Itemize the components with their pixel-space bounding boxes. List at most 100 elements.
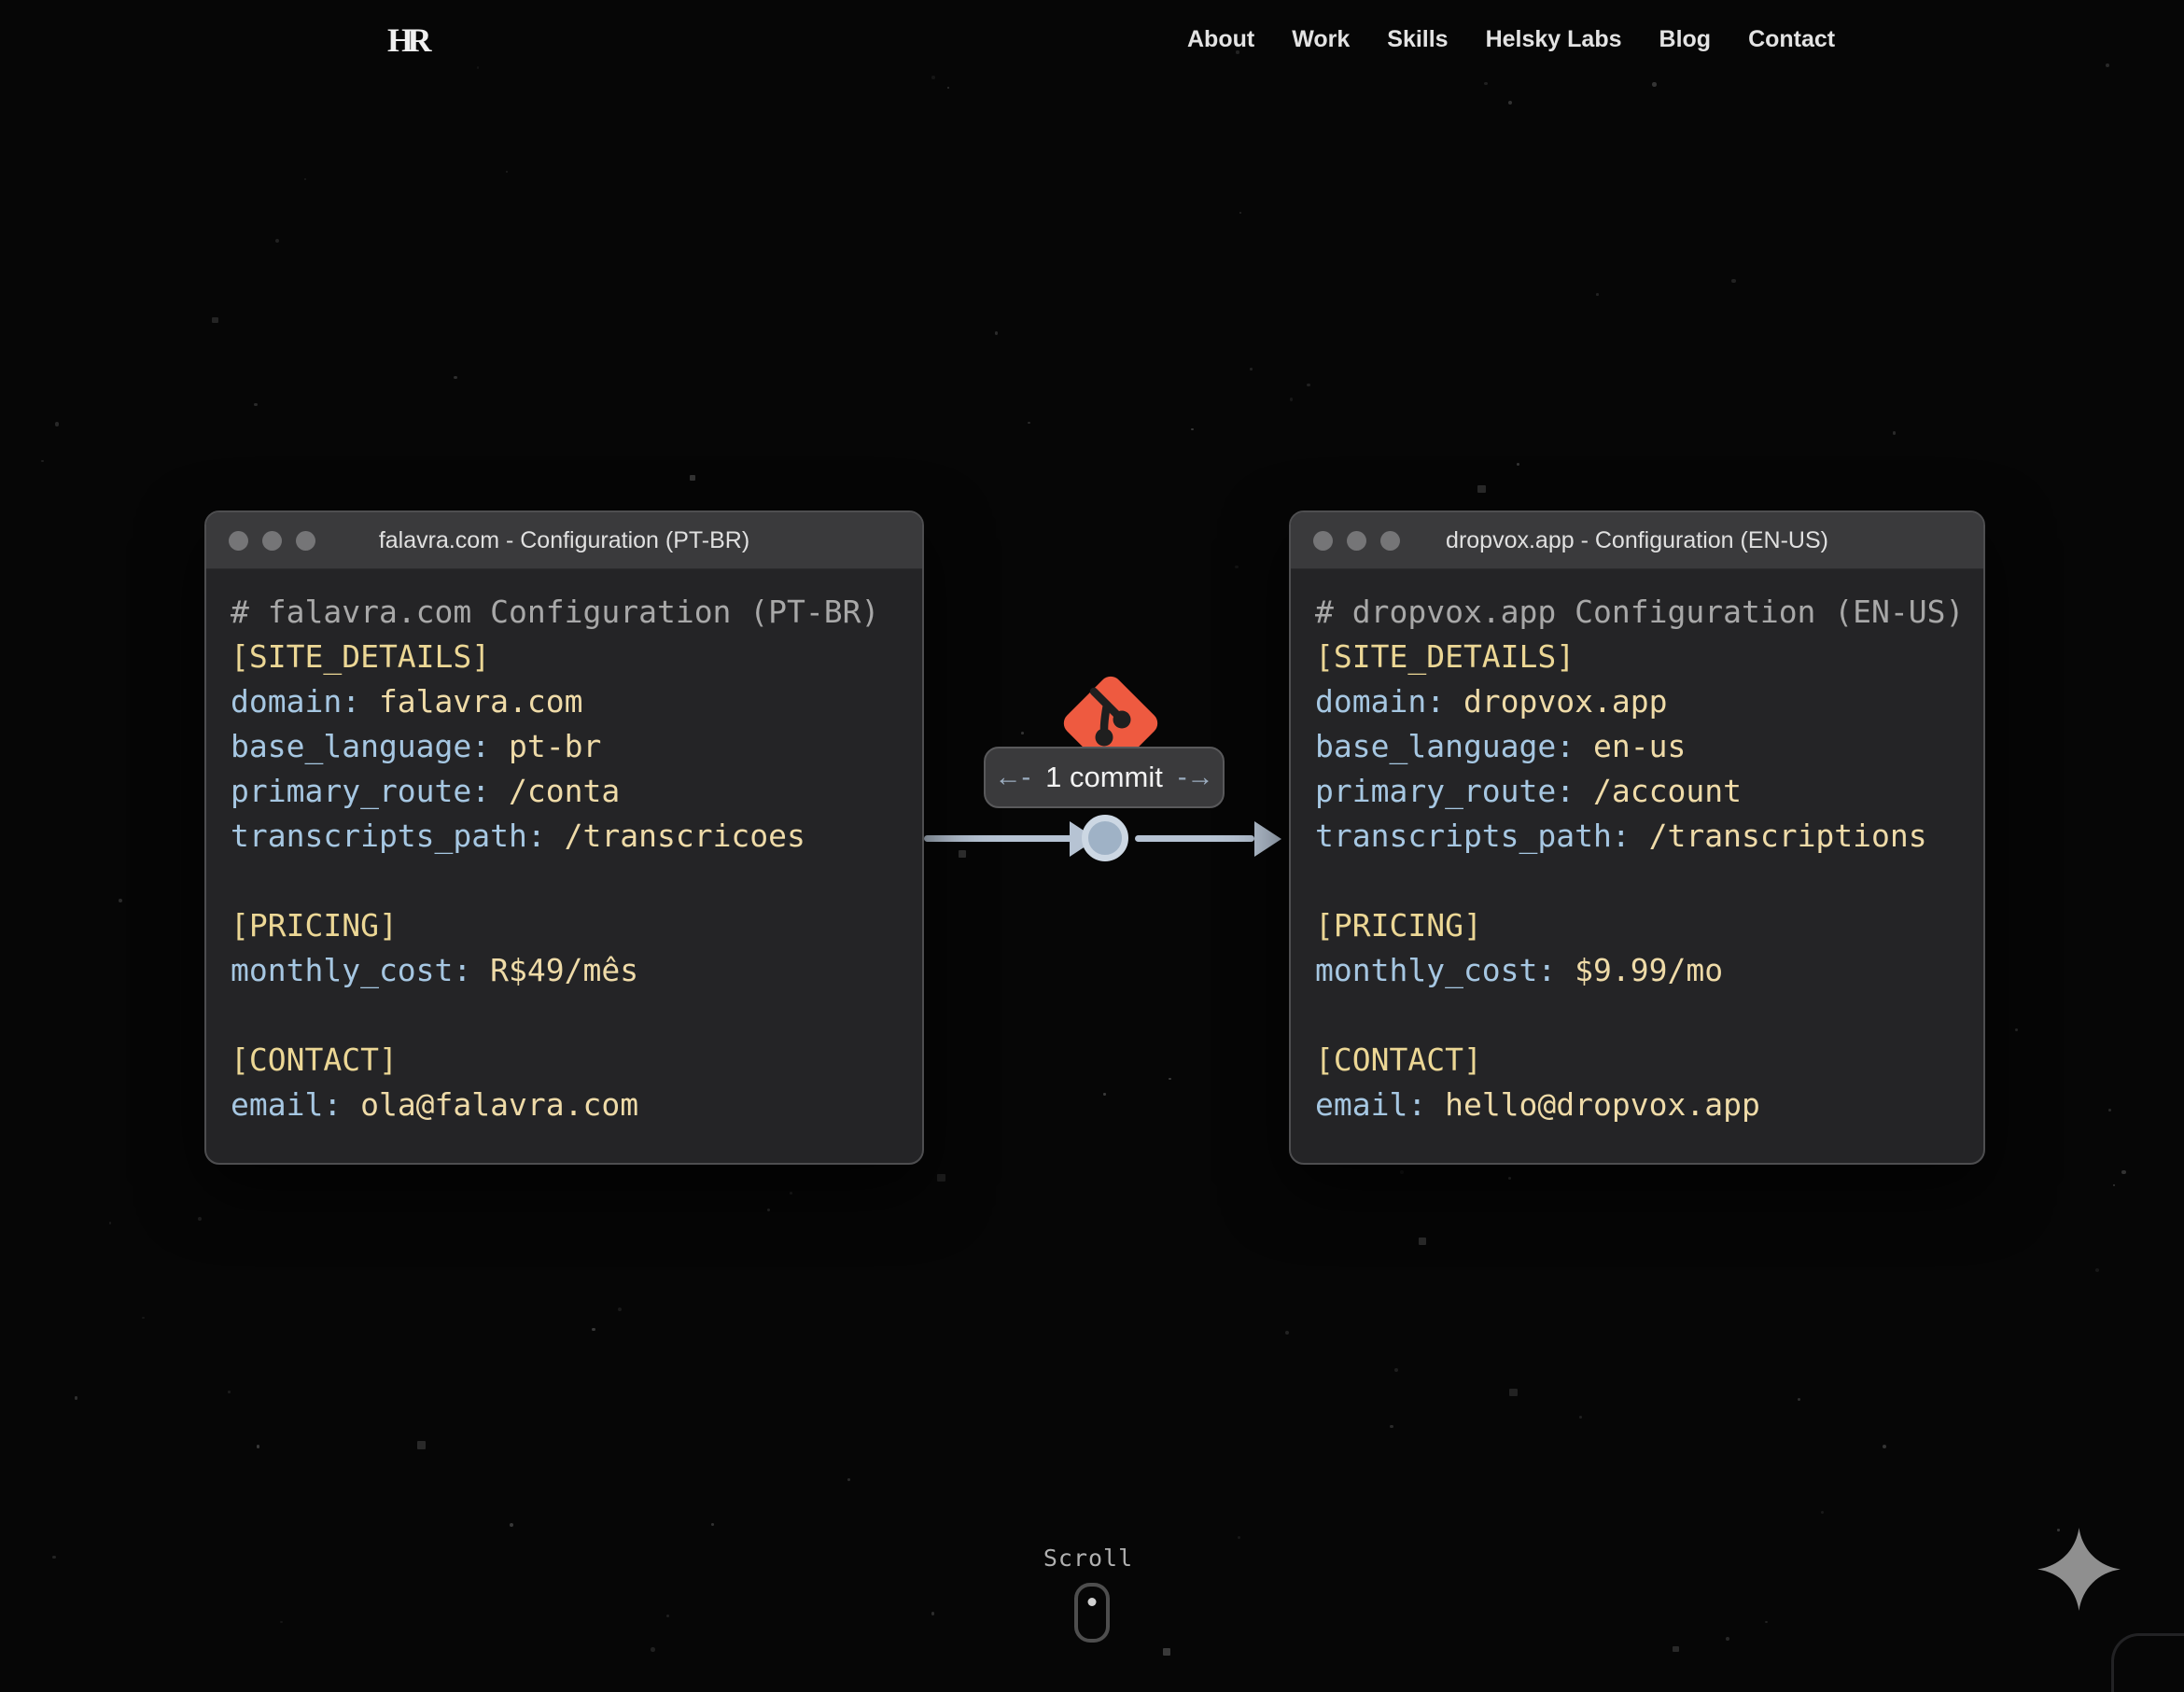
window-close-button[interactable] — [229, 531, 248, 551]
star-dot — [1235, 566, 1238, 568]
nav-item-work[interactable]: Work — [1292, 26, 1350, 53]
star-dot — [254, 403, 257, 406]
commit-node-icon — [1082, 815, 1128, 861]
window-maximize-button[interactable] — [1380, 531, 1400, 551]
code-key: email: — [231, 1086, 342, 1123]
window-maximize-button[interactable] — [296, 531, 315, 551]
star-dot — [2121, 1170, 2125, 1174]
star-dot — [1821, 1511, 1824, 1514]
nav-item-contact[interactable]: Contact — [1748, 26, 1835, 53]
star-dot — [1290, 398, 1293, 400]
code-section: [SITE_DETAILS] — [1315, 638, 1575, 675]
star-dot — [228, 1391, 230, 1392]
code-line: domain:falavra.com — [231, 679, 898, 724]
traffic-lights — [229, 531, 315, 551]
star-dot — [1394, 1368, 1398, 1372]
code-line: transcripts_path:/transcricoes — [231, 814, 898, 859]
star-dot — [109, 1222, 111, 1224]
code-value: en-us — [1593, 728, 1686, 764]
code-value: /account — [1593, 773, 1742, 809]
star-dot — [1477, 485, 1485, 493]
star-dot — [52, 1556, 56, 1559]
code-line-blank — [231, 993, 898, 1038]
code-line: transcripts_path:/transcriptions — [1315, 814, 1959, 859]
code-comment: # dropvox.app Configuration (EN-US) — [1315, 594, 1964, 630]
page-background: { "nav": { "logo": "HR", "items": [ {"la… — [0, 0, 2184, 1672]
star-dot — [2113, 1184, 2115, 1186]
star-dot — [1390, 1425, 1393, 1428]
code-line-section: [PRICING] — [1315, 903, 1959, 948]
nav-item-about[interactable]: About — [1187, 26, 1254, 53]
star-dot — [454, 376, 456, 379]
star-dot — [510, 1523, 513, 1527]
code-key: primary_route: — [1315, 773, 1575, 809]
star-dot — [995, 331, 999, 335]
code-line-comment: # dropvox.app Configuration (EN-US) — [1315, 590, 1959, 635]
star-dot — [790, 1192, 792, 1195]
code-value: R$49/mês — [490, 952, 638, 988]
star-dot — [1508, 1177, 1511, 1180]
code-line: base_language:pt-br — [231, 724, 898, 769]
nav-item-blog[interactable]: Blog — [1659, 26, 1712, 53]
star-dot — [55, 422, 59, 426]
code-value: hello@dropvox.app — [1445, 1086, 1760, 1123]
code-line-section: [PRICING] — [231, 903, 898, 948]
star-dot — [651, 1647, 654, 1651]
star-dot — [198, 1217, 202, 1221]
star-dot — [937, 1174, 945, 1182]
nav-item-skills[interactable]: Skills — [1387, 26, 1448, 53]
star-dot — [1893, 431, 1896, 434]
commit-count-button[interactable]: ←- 1 commit -→ — [984, 747, 1225, 808]
code-value: $9.99/mo — [1575, 952, 1723, 988]
star-dot — [1021, 732, 1024, 734]
star-dot — [847, 1478, 850, 1481]
code-value: pt-br — [509, 728, 601, 764]
code-key: primary_route: — [231, 773, 490, 809]
commit-left-arrow-icon: ←- — [994, 762, 1030, 793]
code-value: /conta — [509, 773, 620, 809]
code-line: domain:dropvox.app — [1315, 679, 1959, 724]
code-line-blank — [1315, 859, 1959, 903]
star-dot — [1765, 1621, 1767, 1623]
star-dot — [767, 1209, 770, 1211]
star-dot — [1103, 1093, 1105, 1095]
nav-item-helsky-labs[interactable]: Helsky Labs — [1486, 26, 1622, 53]
star-dot — [257, 1445, 259, 1447]
window-titlebar[interactable]: falavra.com - Configuration (PT-BR) — [206, 512, 922, 569]
arrowhead-right-icon — [1254, 821, 1281, 857]
window-minimize-button[interactable] — [1347, 531, 1366, 551]
site-logo[interactable]: HR — [387, 21, 426, 60]
code-value: /transcricoes — [565, 818, 805, 854]
code-line-section: [CONTACT] — [231, 1038, 898, 1083]
code-value: ola@falavra.com — [360, 1086, 638, 1123]
star-dot — [142, 1317, 144, 1319]
code-section: [CONTACT] — [1315, 1042, 1482, 1078]
code-section: [PRICING] — [1315, 907, 1482, 944]
star-dot — [1517, 463, 1519, 466]
star-dot — [2095, 1268, 2099, 1272]
code-line: email: ola@falavra.com — [231, 1083, 898, 1127]
code-key: monthly_cost: — [1315, 952, 1556, 988]
mouse-scroll-icon — [1074, 1583, 1110, 1643]
config-code-block: # falavra.com Configuration (PT-BR) [SIT… — [206, 569, 922, 1148]
sparkle-icon[interactable] — [2035, 1525, 2123, 1614]
code-section: [SITE_DETAILS] — [231, 638, 490, 675]
star-dot — [119, 899, 122, 902]
code-key: domain: — [231, 683, 360, 720]
window-close-button[interactable] — [1313, 531, 1333, 551]
star-dot — [1239, 212, 1242, 215]
star-dot — [1673, 1646, 1679, 1653]
terminal-window-pt-br: falavra.com - Configuration (PT-BR) # fa… — [204, 510, 924, 1165]
star-dot — [1250, 368, 1252, 370]
star-dot — [690, 475, 695, 481]
star-dot — [947, 87, 949, 89]
star-dot — [1596, 293, 1599, 296]
code-line: base_language:en-us — [1315, 724, 1959, 769]
window-titlebar[interactable]: dropvox.app - Configuration (EN-US) — [1291, 512, 1983, 569]
star-dot — [1028, 422, 1030, 425]
window-minimize-button[interactable] — [262, 531, 282, 551]
star-dot — [41, 460, 44, 463]
navbar: HR About Work Skills Helsky Labs Blog Co… — [0, 0, 2184, 86]
connector-line-right — [1135, 835, 1254, 842]
star-dot — [1883, 1445, 1886, 1448]
